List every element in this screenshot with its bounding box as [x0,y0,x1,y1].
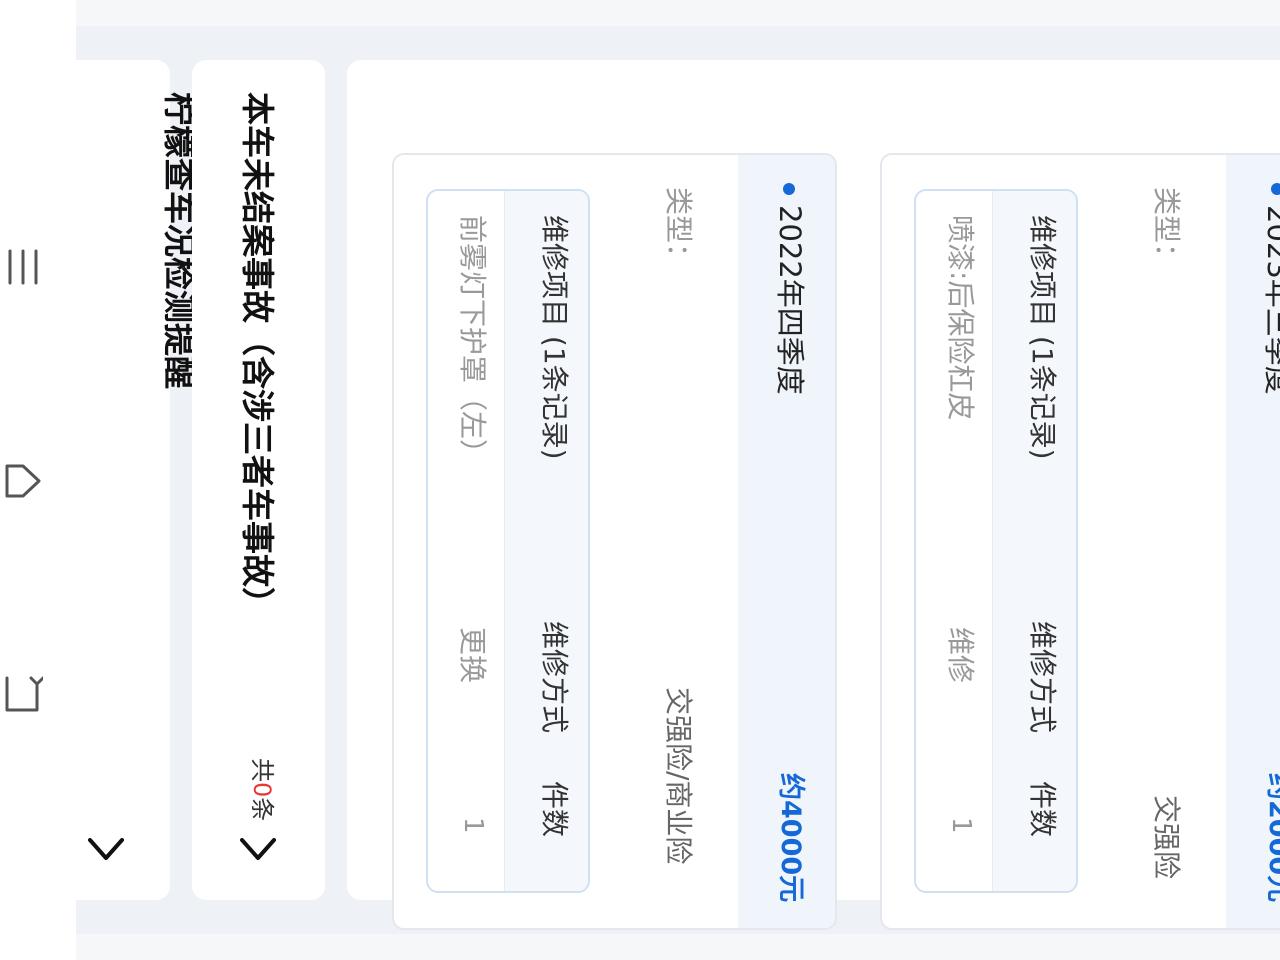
home-icon[interactable] [0,458,46,504]
count-prefix: 共 [248,758,276,782]
type-label: 类型： [1150,187,1183,272]
chevron-right-icon[interactable] [238,826,278,866]
bottom-edge [76,934,1280,960]
record-period: 2023年三季度 [1261,205,1280,395]
top-edge [76,0,1280,26]
record-period: 2022年四季度 [773,205,807,395]
repair-items-box: 维修项目 (1条记录) 维修方式 件数 喷漆:后保险杠皮 维修 1 [914,189,1078,893]
method-header: 维修方式 [538,621,571,734]
items-title: 维修项目 (1条记录) [538,215,571,460]
record-amount: 约4000元 [775,773,806,903]
repair-record[interactable]: 2022年四季度 约4000元 类型： 交强险/商业险 维修项目 (1条记录) … [392,153,837,930]
item-name: 前雾灯下护罩（左） [456,215,489,468]
accident-title: 本车未结案事故（含涉三者车事故） [238,92,277,620]
item-name: 喷漆:后保险杠皮 [944,215,977,421]
type-value: 交强险/商业险 [662,687,695,865]
repair-record[interactable]: 2023年三季度 约2000元 类型： 交强险 维修项目 (1条记录) 维修方式… [880,153,1280,930]
item-count: 1 [458,817,488,834]
type-label: 类型： [662,187,695,272]
accident-count: 共0条 [248,758,276,822]
system-nav-bar [0,0,76,960]
items-title: 维修项目 (1条记录) [1026,215,1059,460]
menu-lines-icon[interactable] [0,244,46,290]
unsettled-accident-row[interactable]: 本车未结案事故（含涉三者车事故） 共0条 [192,60,325,900]
timeline-dot [1271,183,1280,195]
repair-records-card: 2022年四季度 约4000元 类型： 交强险/商业险 维修项目 (1条记录) … [347,60,1280,930]
count-value: 0 [248,782,276,798]
item-method: 更换 [456,627,489,684]
chevron-right-icon[interactable] [86,826,126,866]
method-header: 维修方式 [1026,621,1059,734]
item-method: 维修 [944,627,977,684]
count-header: 件数 [538,781,571,838]
count-header: 件数 [1026,781,1059,838]
item-count: 1 [946,817,976,834]
type-value: 交强险 [1150,795,1183,880]
record-amount: 约2000元 [1263,773,1280,903]
repair-items-box: 维修项目 (1条记录) 维修方式 件数 前雾灯下护罩（左） 更换 1 [426,189,590,893]
timeline-dot [783,183,795,195]
lemon-check-banner[interactable]: 柠檬查车况检测提醒 [76,60,199,900]
count-suffix: 条 [248,797,276,822]
back-icon[interactable] [0,670,46,716]
